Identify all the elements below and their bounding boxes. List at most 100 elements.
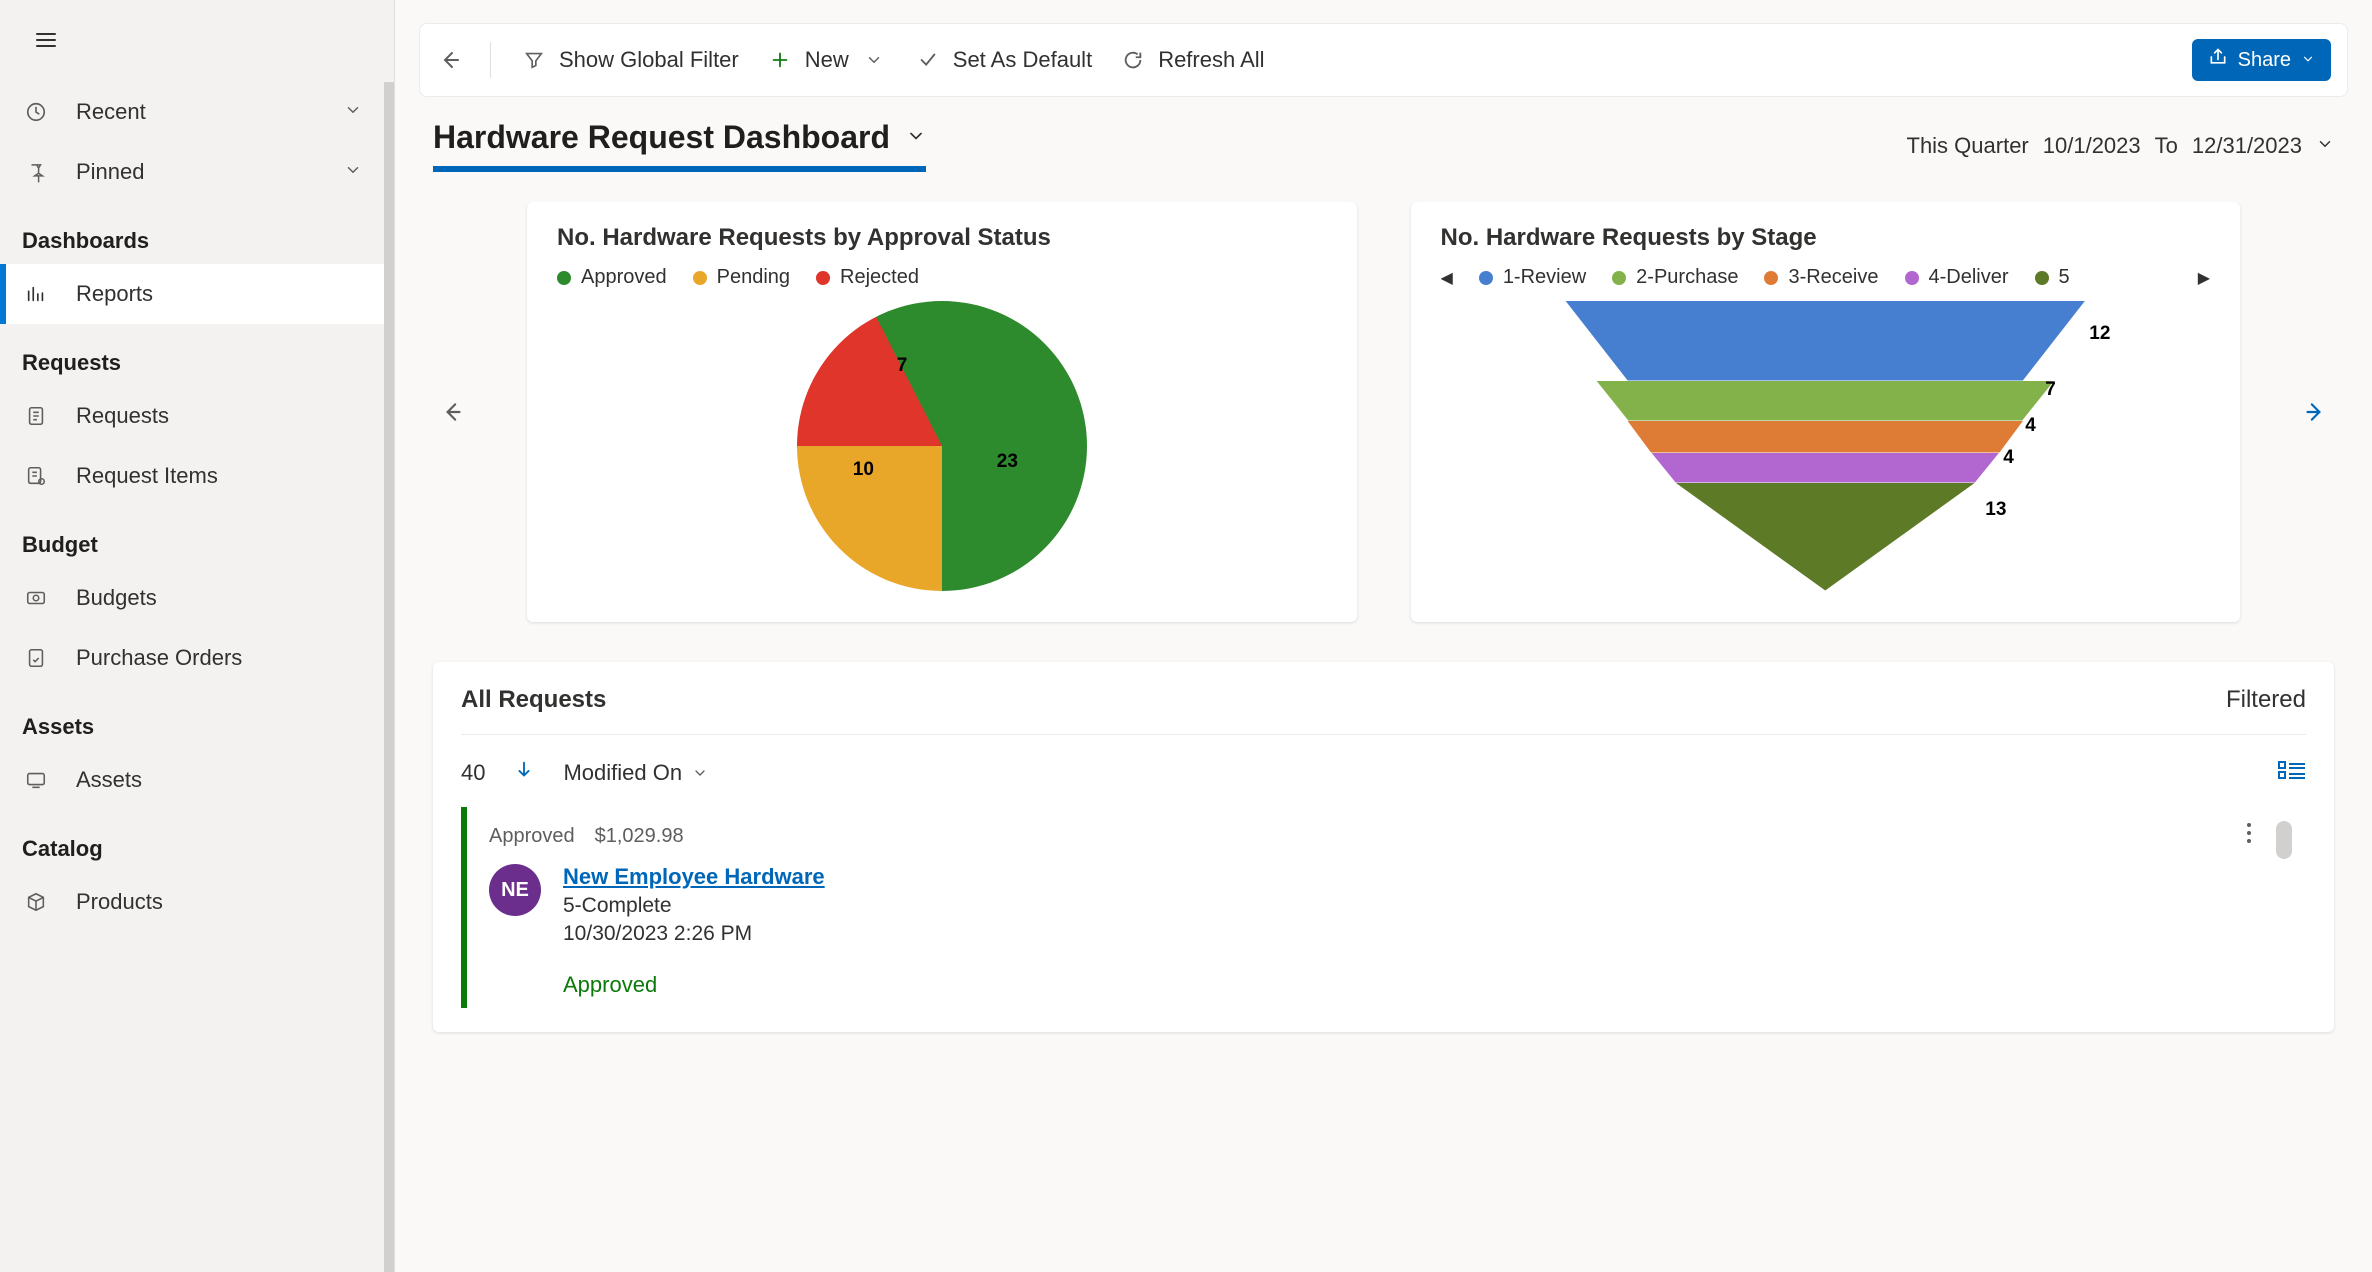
- legend-label: 4-Deliver: [1929, 266, 2009, 289]
- result-count: 40: [461, 760, 485, 786]
- funnel-label-3: 4: [2025, 415, 2036, 437]
- sidebar-item-label: Assets: [76, 767, 362, 793]
- set-as-default-button[interactable]: Set As Default: [911, 47, 1096, 73]
- arrow-left-icon: [438, 48, 462, 72]
- report-icon: [22, 283, 50, 305]
- dashboard-picker[interactable]: Hardware Request Dashboard: [433, 119, 926, 172]
- request-link[interactable]: New Employee Hardware: [563, 864, 825, 890]
- request-scroll-handle[interactable]: [2276, 821, 2292, 859]
- pin-icon: [22, 161, 50, 183]
- funnel-slice-purchase: [1596, 381, 2054, 421]
- content-scroll[interactable]: No. Hardware Requests by Approval Status…: [395, 202, 2372, 1272]
- legend-prev-icon[interactable]: ◀: [1441, 268, 1453, 288]
- card-title: No. Hardware Requests by Stage: [1441, 224, 2211, 252]
- title-row: Hardware Request Dashboard This Quarter …: [433, 119, 2334, 172]
- request-more-button[interactable]: [2246, 821, 2252, 851]
- legend-item-pending[interactable]: Pending: [693, 266, 790, 289]
- sidebar-item-label: Recent: [76, 99, 318, 125]
- date-range-from: 10/1/2023: [2043, 133, 2141, 159]
- all-requests-card: All Requests Filtered 40 Modified On: [433, 662, 2334, 1032]
- sidebar-item-purchase-orders[interactable]: Purchase Orders: [0, 628, 384, 688]
- request-meta: Approved $1,029.98: [489, 825, 2284, 848]
- share-button[interactable]: Share: [2192, 39, 2331, 81]
- legend-item-approved[interactable]: Approved: [557, 266, 667, 289]
- sort-column-label: Modified On: [563, 760, 682, 786]
- legend-dot-icon: [816, 271, 830, 285]
- legend-item-rejected[interactable]: Rejected: [816, 266, 919, 289]
- request-date: 10/30/2023 2:26 PM: [563, 922, 825, 946]
- funnel-legend: ◀ 1-Review 2-Purchase 3-Receive: [1441, 266, 2211, 289]
- pie-label-rejected: 7: [897, 355, 908, 377]
- sidebar-item-label: Requests: [76, 403, 362, 429]
- command-bar: Show Global Filter New Set As Default: [419, 23, 2348, 97]
- pie-chart[interactable]: 23 10 7: [557, 289, 1327, 602]
- filtered-label: Filtered: [2226, 686, 2306, 714]
- view-toggle-button[interactable]: [2278, 759, 2306, 787]
- legend-item-review[interactable]: 1-Review: [1479, 266, 1586, 289]
- chevron-down-icon: [2301, 49, 2315, 72]
- hamburger-button[interactable]: [22, 20, 70, 60]
- back-button[interactable]: [436, 46, 464, 74]
- sidebar-item-pinned[interactable]: Pinned: [0, 142, 384, 202]
- request-info: New Employee Hardware 5-Complete 10/30/2…: [563, 864, 825, 998]
- show-global-filter-label: Show Global Filter: [559, 47, 739, 73]
- sidebar-item-recent[interactable]: Recent: [0, 82, 384, 142]
- legend-dot-icon: [1612, 271, 1626, 285]
- legend-dot-icon: [1905, 271, 1919, 285]
- chevron-down-icon: [692, 765, 708, 781]
- share-label: Share: [2238, 49, 2291, 72]
- carousel-next-button[interactable]: [2294, 202, 2334, 622]
- legend-item-receive[interactable]: 3-Receive: [1764, 266, 1878, 289]
- charts-row: No. Hardware Requests by Approval Status…: [433, 202, 2334, 622]
- sidebar-item-request-items[interactable]: Request Items: [0, 446, 384, 506]
- chevron-down-icon: [2316, 133, 2334, 159]
- sidebar-item-budgets[interactable]: Budgets: [0, 568, 384, 628]
- date-range-to: 12/31/2023: [2192, 133, 2302, 159]
- card-approval-status: No. Hardware Requests by Approval Status…: [527, 202, 1357, 622]
- sidebar-item-label: Purchase Orders: [76, 645, 362, 671]
- set-as-default-label: Set As Default: [953, 47, 1092, 73]
- request-item[interactable]: Approved $1,029.98 NE New Employee Hardw…: [461, 807, 2306, 1008]
- list-view-icon: [2278, 759, 2306, 781]
- sidebar-item-products[interactable]: Products: [0, 872, 384, 932]
- assets-icon: [22, 769, 50, 791]
- funnel-slice-receive: [1627, 421, 2023, 453]
- carousel-prev-button[interactable]: [433, 202, 473, 622]
- refresh-all-label: Refresh All: [1158, 47, 1264, 73]
- refresh-all-button[interactable]: Refresh All: [1116, 47, 1268, 73]
- legend-label: 2-Purchase: [1636, 266, 1738, 289]
- legend-item-deliver[interactable]: 4-Deliver: [1905, 266, 2009, 289]
- pie-label-approved: 23: [997, 451, 1018, 473]
- funnel-label-1: 12: [2089, 323, 2110, 345]
- funnel-chart[interactable]: 12 7 4 4 13: [1441, 289, 2211, 602]
- sidebar-item-reports[interactable]: Reports: [0, 264, 384, 324]
- sort-column-picker[interactable]: Modified On: [563, 760, 708, 786]
- sidebar-group-catalog: Catalog: [0, 810, 384, 872]
- sidebar-group-assets: Assets: [0, 688, 384, 750]
- legend-label: 1-Review: [1503, 266, 1586, 289]
- request-body: NE New Employee Hardware 5-Complete 10/3…: [489, 864, 2284, 998]
- date-range-prefix: This Quarter: [1907, 133, 2029, 159]
- legend-label: 3-Receive: [1788, 266, 1878, 289]
- pie-label-pending: 10: [853, 459, 874, 481]
- funnel-label-4: 4: [2003, 447, 2014, 469]
- legend-dot-icon: [693, 271, 707, 285]
- funnel-slice-complete: [1675, 483, 1975, 591]
- date-range-picker[interactable]: This Quarter 10/1/2023 To 12/31/2023: [1907, 133, 2335, 159]
- sidebar-item-label: Budgets: [76, 585, 362, 611]
- sidebar-item-assets[interactable]: Assets: [0, 750, 384, 810]
- request-status-meta: Approved: [489, 825, 575, 848]
- requests-toolbar: 40 Modified On: [461, 759, 2306, 787]
- sort-direction-button[interactable]: [513, 759, 535, 787]
- sidebar-group-dashboards: Dashboards: [0, 202, 384, 264]
- arrow-left-icon: [440, 399, 466, 425]
- avatar-initials: NE: [501, 879, 529, 902]
- sidebar-scroll[interactable]: Recent Pinned Dashboards Reports: [0, 82, 394, 1272]
- legend-item-purchase[interactable]: 2-Purchase: [1612, 266, 1738, 289]
- legend-next-icon[interactable]: ▶: [2198, 268, 2210, 288]
- requests-icon: [22, 405, 50, 427]
- sidebar-item-requests[interactable]: Requests: [0, 386, 384, 446]
- new-button[interactable]: New: [763, 47, 891, 73]
- show-global-filter-button[interactable]: Show Global Filter: [517, 47, 743, 73]
- legend-item-5[interactable]: 5: [2035, 266, 2070, 289]
